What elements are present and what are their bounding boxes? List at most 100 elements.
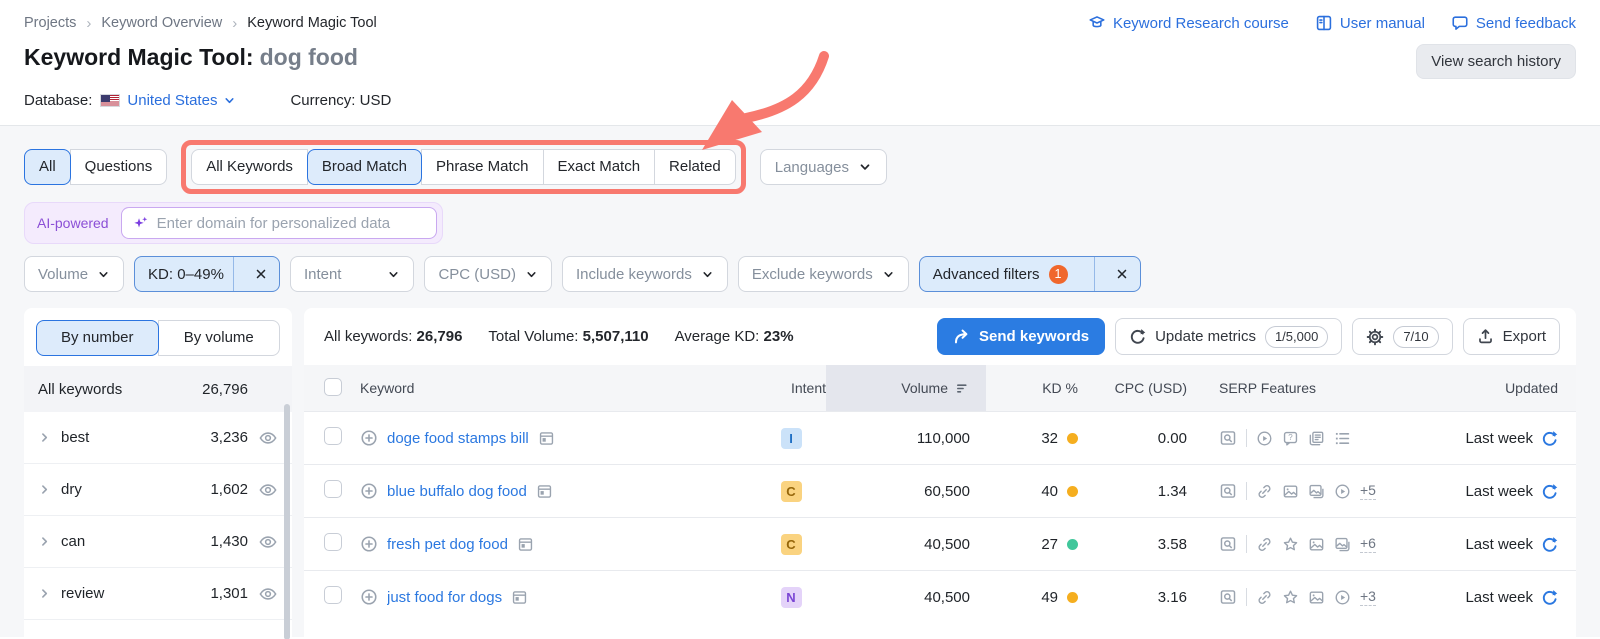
chevron-right-icon[interactable] [38,431,51,444]
tab-exact-match[interactable]: Exact Match [542,149,656,185]
hide-group-eye-icon[interactable] [258,532,278,552]
intent-badge-informational[interactable]: I [780,427,802,449]
row-checkbox[interactable] [324,480,342,498]
intent-badge-commercial[interactable]: C [780,480,802,502]
keyword-group-row[interactable]: best 3,236 [24,412,292,464]
button-label: Export [1502,328,1546,345]
column-volume[interactable]: Volume [826,365,986,411]
row-checkbox[interactable] [324,586,342,604]
tab-by-volume[interactable]: By volume [157,320,280,356]
link-label: Keyword Research course [1112,14,1289,32]
domain-input[interactable] [156,214,426,232]
update-metrics-button[interactable]: Update metrics 1/5,000 [1115,318,1343,355]
chevron-down-icon [97,268,110,281]
image-icon [1308,536,1325,553]
filter-cpc[interactable]: CPC (USD) [424,256,552,292]
serp-more-count[interactable]: +6 [1360,535,1376,553]
tab-by-number[interactable]: By number [36,320,159,356]
refresh-row-icon[interactable] [1541,483,1558,500]
tab-questions[interactable]: Questions [69,149,168,185]
sidebar-scrollbar[interactable] [284,404,290,639]
tab-broad-match[interactable]: Broad Match [306,149,422,185]
breadcrumb-projects[interactable]: Projects [24,15,76,31]
add-keyword-icon[interactable] [360,588,378,606]
keyword-group-row[interactable]: review 1,301 [24,568,292,620]
intent-badge-navigational[interactable]: N [780,586,802,608]
filter-advanced[interactable]: Advanced filters 1 [918,256,1141,292]
clear-advanced-filters-icon[interactable] [1104,267,1140,281]
add-keyword-icon[interactable] [360,429,378,447]
hide-group-eye-icon[interactable] [258,480,278,500]
clear-kd-filter-icon[interactable] [243,267,279,281]
refresh-row-icon[interactable] [1541,536,1558,553]
hide-group-eye-icon[interactable] [258,428,278,448]
serp-preview-icon[interactable] [1219,482,1237,500]
tab-related[interactable]: Related [654,149,736,185]
refresh-row-icon[interactable] [1541,589,1558,606]
serp-more-count[interactable]: +5 [1360,482,1376,500]
database-selector[interactable]: United States [127,92,236,109]
star-icon [1282,589,1299,606]
domain-input-wrap [120,207,437,239]
table-row: blue buffalo dog food C 60,500 40 1.34 +… [304,464,1576,517]
add-keyword-icon[interactable] [360,535,378,553]
tab-all[interactable]: All [24,149,71,185]
serp-preview-icon[interactable] [1219,588,1237,606]
kd-level-dot [1067,538,1078,550]
currency-label: Currency: [290,92,356,109]
export-button[interactable]: Export [1462,318,1560,355]
keyword-link[interactable]: doge food stamps bill [387,430,529,447]
all-keywords-total: All keywords: 26,796 [324,328,463,345]
chevron-down-icon [701,268,714,281]
filter-include-keywords[interactable]: Include keywords [561,256,728,292]
send-feedback-link[interactable]: Send feedback [1451,14,1576,32]
select-all-checkbox[interactable] [324,377,342,396]
row-checkbox[interactable] [324,427,342,445]
filter-kd[interactable]: KD: 0–49% [134,256,280,292]
filter-exclude-keywords[interactable]: Exclude keywords [737,256,909,292]
column-cpc[interactable]: CPC (USD) [1086,380,1201,396]
serp-more-count[interactable]: +3 [1360,588,1376,606]
chevron-right-icon[interactable] [38,587,51,600]
send-keywords-button[interactable]: Send keywords [937,318,1106,355]
serp-preview-icon[interactable] [1219,429,1237,447]
column-serp-features[interactable]: SERP Features [1201,380,1436,396]
keyword-link[interactable]: just food for dogs [387,589,502,606]
keyword-link[interactable]: blue buffalo dog food [387,483,527,500]
chevron-right-icon[interactable] [38,535,51,548]
filter-label: KD: 0–49% [148,265,224,283]
serp-snapshot-icon[interactable] [511,589,528,606]
view-search-history-button[interactable]: View search history [1416,44,1576,79]
serp-preview-icon[interactable] [1219,535,1237,553]
keyword-link[interactable]: fresh pet dog food [387,536,508,553]
intent-badge-commercial[interactable]: C [780,533,802,555]
tab-phrase-match[interactable]: Phrase Match [420,149,544,185]
serp-snapshot-icon[interactable] [536,483,553,500]
column-kd[interactable]: KD % [986,380,1086,396]
filter-intent[interactable]: Intent [289,256,415,292]
link-icon [1256,536,1273,553]
database-label: Database: [24,92,93,109]
serp-snapshot-icon[interactable] [538,430,555,447]
column-intent[interactable]: Intent [756,380,826,396]
refresh-row-icon[interactable] [1541,430,1558,447]
columns-settings-button[interactable]: 7/10 [1352,318,1453,355]
chevron-right-icon[interactable] [38,483,51,496]
serp-snapshot-icon[interactable] [517,536,534,553]
add-keyword-icon[interactable] [360,482,378,500]
tab-all-keywords[interactable]: All Keywords [191,149,308,185]
page-title: Keyword Magic Tool: dog food [24,44,358,71]
column-keyword[interactable]: Keyword [360,380,756,396]
row-checkbox[interactable] [324,533,342,551]
hide-group-eye-icon[interactable] [258,584,278,604]
filter-label: Exclude keywords [751,265,873,283]
all-keywords-group[interactable]: All keywords 26,796 [24,366,292,412]
filter-volume[interactable]: Volume [24,256,125,292]
breadcrumb-keyword-overview[interactable]: Keyword Overview [101,15,222,31]
keyword-group-row[interactable]: can 1,430 [24,516,292,568]
keyword-research-course-link[interactable]: Keyword Research course [1088,14,1289,32]
languages-dropdown[interactable]: Languages [759,149,887,185]
user-manual-link[interactable]: User manual [1315,14,1425,32]
column-updated[interactable]: Updated [1436,380,1576,396]
keyword-group-row[interactable]: dry 1,602 [24,464,292,516]
